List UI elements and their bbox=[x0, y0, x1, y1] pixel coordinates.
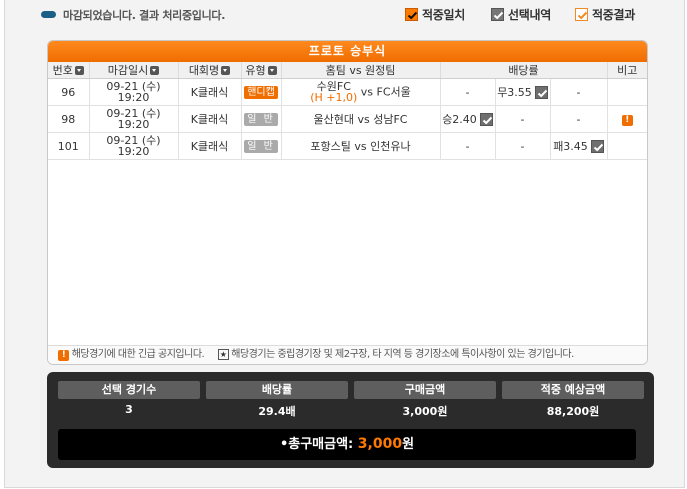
total-purchase: •총구매금액: 3,000원 bbox=[58, 429, 636, 460]
bullet-icon: • bbox=[279, 437, 289, 452]
match-number: 101 bbox=[48, 132, 90, 160]
total-amount: 3,000 bbox=[357, 436, 403, 452]
match-cell: 포항스틸 vs 인천유나 bbox=[281, 132, 441, 160]
odds-win[interactable]: 승2.40 bbox=[440, 105, 496, 133]
total-unit: 원 bbox=[402, 437, 415, 452]
match-table: 번호 마감일시 대회명 유형 홈팀 vs 원정팀 배당률 비고 96 09-21… bbox=[48, 62, 647, 160]
match-cell: 수원FC (H +1,0) vs FC서울 bbox=[281, 78, 441, 106]
legend-label: 적중일치 bbox=[422, 8, 465, 22]
summary-expected: 88,200원 bbox=[546, 405, 600, 418]
match-number: 96 bbox=[48, 78, 90, 106]
warning-icon[interactable]: ! bbox=[621, 114, 633, 126]
odds-lose[interactable]: - bbox=[550, 105, 608, 133]
odds-draw[interactable]: - bbox=[495, 132, 551, 160]
table-row: 96 09-21 (수) 19:20 K클래식 핸디캡 수원FC (H +1,0)… bbox=[48, 78, 647, 106]
normal-badge: 일 반 bbox=[244, 112, 278, 126]
deadline-cell: 09-21 (수) 19:20 bbox=[89, 105, 179, 133]
vs-label: vs bbox=[360, 85, 374, 99]
table-row: 98 09-21 (수) 19:20 K클래식 일 반 울산현대 vs 성남FC … bbox=[48, 105, 647, 133]
notice-urgent: 해당경기에 대한 긴급 공지입니다. bbox=[71, 349, 205, 360]
type-cell: 일 반 bbox=[241, 105, 282, 133]
bet-slip-container: 마감되었습니다. 결과 처리중입니다. 적중일치 선택내역 적중결과 프로토 승… bbox=[4, 0, 685, 488]
orange-check-icon bbox=[405, 8, 418, 21]
total-label: 총구매금액: bbox=[288, 437, 354, 452]
match-cell: 울산현대 vs 성남FC bbox=[281, 105, 441, 133]
match-number: 98 bbox=[48, 105, 90, 133]
odds-draw[interactable]: - bbox=[495, 105, 551, 133]
check-icon bbox=[479, 112, 493, 126]
summary-amount: 3,000원 bbox=[402, 405, 448, 418]
summary-count: 3 bbox=[125, 403, 133, 416]
home-team: 울산현대 bbox=[313, 112, 354, 126]
check-icon bbox=[534, 85, 548, 99]
odds-draw[interactable]: 무3.55 bbox=[495, 78, 551, 106]
legend-hit-match: 적중일치 bbox=[405, 6, 465, 23]
summary-header-expected: 적중 예상금액 bbox=[502, 381, 644, 399]
legend-hit-result: 적중결과 bbox=[575, 6, 635, 23]
star-icon: ★ bbox=[217, 349, 229, 360]
check-icon bbox=[590, 139, 604, 153]
match-panel: 프로토 승부식 번호 마감일시 대회명 유형 홈팀 vs 원정팀 배당률 비고 bbox=[47, 40, 648, 365]
summary-header-amount: 구매금액 bbox=[354, 381, 496, 399]
col-header-type[interactable]: 유형 bbox=[241, 62, 282, 79]
sort-icon[interactable] bbox=[150, 66, 160, 75]
status-bar: 마감되었습니다. 결과 처리중입니다. 적중일치 선택내역 적중결과 bbox=[5, 0, 684, 30]
col-header-match: 홈팀 vs 원정팀 bbox=[281, 62, 441, 79]
col-header-deadline[interactable]: 마감일시 bbox=[89, 62, 179, 79]
note-cell: ! bbox=[607, 105, 647, 133]
odds-win[interactable]: - bbox=[440, 132, 496, 160]
type-cell: 핸디캡 bbox=[241, 78, 282, 106]
deadline-cell: 09-21 (수) 19:20 bbox=[89, 132, 179, 160]
panel-title: 프로토 승부식 bbox=[48, 41, 647, 62]
status-message: 마감되었습니다. 결과 처리중입니다. bbox=[63, 9, 226, 22]
league-cell: K클래식 bbox=[178, 105, 242, 133]
warning-icon: ! bbox=[58, 350, 69, 361]
orange-outline-check-icon bbox=[575, 8, 588, 21]
summary-header-count: 선택 경기수 bbox=[58, 381, 200, 399]
type-cell: 일 반 bbox=[241, 132, 282, 160]
col-header-no[interactable]: 번호 bbox=[48, 62, 90, 79]
col-header-note: 비고 bbox=[607, 62, 647, 79]
odds-lose[interactable]: 패3.45 bbox=[550, 132, 608, 160]
away-team: 성남FC bbox=[373, 112, 408, 126]
summary-odds: 29.4배 bbox=[258, 405, 296, 418]
note-cell bbox=[607, 132, 647, 160]
away-team: 인천유나 bbox=[370, 139, 411, 153]
handicap-value: (H +1,0) bbox=[310, 91, 358, 104]
handicap-badge: 핸디캡 bbox=[244, 85, 278, 99]
away-team: FC서울 bbox=[376, 85, 411, 99]
legend-label: 적중결과 bbox=[592, 8, 635, 22]
col-header-odds: 배당률 bbox=[440, 62, 608, 79]
purchase-summary: 선택 경기수 배당률 구매금액 적중 예상금액 3 29.4배 3,000원 8… bbox=[47, 372, 654, 468]
normal-badge: 일 반 bbox=[244, 139, 278, 153]
odds-lose[interactable]: - bbox=[550, 78, 608, 106]
legend-selection: 선택내역 bbox=[491, 6, 551, 23]
col-header-league[interactable]: 대회명 bbox=[178, 62, 242, 79]
league-cell: K클래식 bbox=[178, 132, 242, 160]
sort-icon[interactable] bbox=[74, 66, 84, 75]
league-cell: K클래식 bbox=[178, 78, 242, 106]
sort-icon[interactable] bbox=[221, 66, 231, 75]
legend-label: 선택내역 bbox=[508, 8, 551, 22]
summary-header-odds: 배당률 bbox=[206, 381, 348, 399]
vs-label: vs bbox=[357, 112, 370, 126]
note-cell bbox=[607, 78, 647, 106]
table-row: 101 09-21 (수) 19:20 K클래식 일 반 포항스틸 vs 인천유나… bbox=[48, 132, 647, 160]
sort-icon[interactable] bbox=[267, 66, 277, 75]
odds-win[interactable]: - bbox=[440, 78, 496, 106]
vs-label: vs bbox=[354, 139, 367, 153]
status-indicator-icon bbox=[41, 11, 56, 18]
home-team: 포항스틸 bbox=[310, 139, 351, 153]
deadline-cell: 09-21 (수) 19:20 bbox=[89, 78, 179, 106]
notice-venue: 해당경기는 중립경기장 및 제2구장, 타 지역 등 경기장소에 특이사항이 있… bbox=[231, 349, 574, 360]
gray-check-icon bbox=[491, 8, 504, 21]
notice-bar: ! 해당경기에 대한 긴급 공지입니다. ★ 해당경기는 중립경기장 및 제2구… bbox=[48, 345, 647, 364]
